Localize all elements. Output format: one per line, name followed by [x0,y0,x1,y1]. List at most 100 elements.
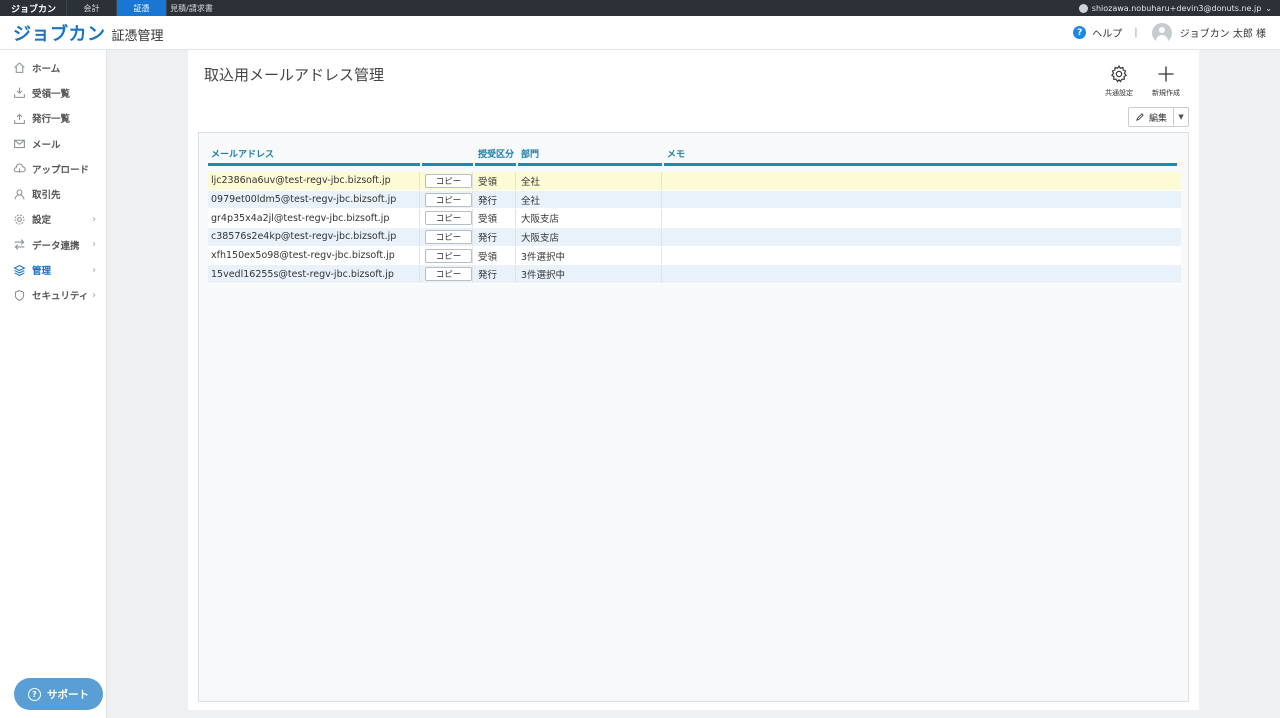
account-menu[interactable]: shiozawa.nobuharu+devin3@donuts.ne.jp ⌄ [1078,3,1280,13]
sidebar-item-received[interactable]: 受領一覧 [0,80,106,105]
edit-label: 編集 [1149,113,1168,124]
support-label: サポート [47,688,89,701]
department-cell: 大阪支店 [518,209,662,228]
sidebar-item-mail[interactable]: メール [0,131,106,156]
column-header-department[interactable]: 部門 [518,143,662,166]
email-cell: 0979et00ldm5@test-regv-jbc.bizsoft.jp [208,190,420,209]
copy-button[interactable]: コピー [425,267,472,282]
edit-dropdown-toggle[interactable]: ▼ [1174,108,1188,126]
gear-icon [12,212,26,226]
department-cell: 大阪支店 [518,228,662,246]
memo-cell [664,209,1177,227]
main-content: 取込用メールアドレス管理 共通設定 新規作成 編集 ▼ メールアドレス 授受区分… [188,50,1199,710]
sidebar-item-upload[interactable]: アップロード [0,156,106,181]
table-body: ljc2386na6uv@test-regv-jbc.bizsoft.jp コピ… [208,172,1181,285]
copy-cell: コピー [422,265,473,284]
copy-button[interactable]: コピー [425,248,472,263]
sidebar-item-issued[interactable]: 発行一覧 [0,106,106,131]
copy-cell: コピー [422,172,473,190]
sidebar-item-label: データ連携 [32,240,80,252]
memo-cell [664,191,1177,209]
type-cell: 発行 [475,190,516,209]
sidebar-item-label: 設定 [32,215,52,227]
department-cell: 全社 [518,172,662,190]
table-panel: メールアドレス 授受区分 部門 メモ ljc2386na6uv@test-reg… [198,132,1189,702]
sidebar-item-label: セキュリティ [32,291,89,303]
column-header-type[interactable]: 授受区分 [475,143,516,166]
memo-cell [664,247,1177,265]
chevron-right-icon: › [92,239,96,251]
email-cell: 15vedl16255s@test-regv-jbc.bizsoft.jp [208,265,420,284]
type-cell: 受領 [475,172,516,190]
email-cell: ljc2386na6uv@test-regv-jbc.bizsoft.jp [208,172,420,190]
product-tab-accounting[interactable]: 会計 [66,0,116,16]
table-row[interactable]: gr4p35x4a2jl@test-regv-jbc.bizsoft.jp コピ… [208,209,1181,229]
sidebar-item-partners[interactable]: 取引先 [0,181,106,206]
plus-icon [1158,66,1174,82]
sidebar-item-label: アップロード [32,164,90,176]
memo-cell [664,172,1177,190]
logo-text: ジョブカン [13,23,106,45]
email-cell: gr4p35x4a2jl@test-regv-jbc.bizsoft.jp [208,209,420,228]
column-header-memo[interactable]: メモ [664,143,1177,166]
new-button[interactable]: 新規作成 [1148,64,1184,98]
sidebar-item-label: メール [32,139,61,151]
common-settings-label: 共通設定 [1105,89,1133,97]
common-settings-button[interactable]: 共通設定 [1101,64,1137,98]
column-header-email[interactable]: メールアドレス [208,143,420,166]
sidebar-item-home[interactable]: ホーム [0,55,106,80]
shield-icon [12,288,26,302]
copy-button[interactable]: コピー [425,192,472,207]
help-icon[interactable]: ? [1073,26,1087,39]
page-title: 取込用メールアドレス管理 [204,66,385,84]
gear-icon [1110,65,1128,83]
help-link[interactable]: ヘルプ [1092,25,1122,40]
table-row[interactable]: 0979et00ldm5@test-regv-jbc.bizsoft.jp コピ… [208,190,1181,210]
chevron-right-icon: › [92,213,96,225]
copy-cell: コピー [422,228,473,246]
new-label: 新規作成 [1152,89,1180,97]
avatar[interactable] [1151,22,1172,43]
sidebar-item-data-sync[interactable]: データ連携 › [0,232,106,257]
department-cell: 3件選択中 [518,246,662,265]
product-tab-receipts[interactable]: 証憑 [116,0,166,16]
copy-button[interactable]: コピー [425,211,472,226]
type-cell: 受領 [475,246,516,265]
user-icon [1078,3,1088,13]
memo-cell [664,228,1177,246]
home-icon [12,61,26,75]
user-name[interactable]: ジョブカン 太郎 様 [1180,25,1266,40]
product-switcher-bar: ジョブカン 会計 証憑 見積/請求書 shiozawa.nobuharu+dev… [0,0,1280,16]
table-row[interactable]: c38576s2e4kp@test-regv-jbc.bizsoft.jp コピ… [208,228,1181,247]
account-email: shiozawa.nobuharu+devin3@donuts.ne.jp [1091,3,1262,13]
layers-icon [12,263,26,277]
type-cell: 発行 [475,228,516,246]
memo-cell [664,265,1177,283]
table-row[interactable]: xfh150ex5o98@test-regv-jbc.bizsoft.jp コピ… [208,246,1181,266]
sidebar-item-label: 取引先 [32,190,61,202]
pencil-icon [1136,113,1144,121]
table-row[interactable]: ljc2386na6uv@test-regv-jbc.bizsoft.jp コピ… [208,172,1181,191]
copy-cell: コピー [422,190,473,209]
table-header: メールアドレス 授受区分 部門 メモ [208,143,1181,166]
table-row[interactable]: 15vedl16255s@test-regv-jbc.bizsoft.jp コピ… [208,265,1181,285]
edit-button-group: 編集 ▼ [1128,107,1190,127]
copy-button[interactable]: コピー [425,229,472,244]
caret-down-icon: ▼ [1178,113,1184,121]
email-cell: xfh150ex5o98@test-regv-jbc.bizsoft.jp [208,246,420,265]
app-logo[interactable]: ジョブカン 証憑管理 [0,20,164,46]
sidebar-item-label: 発行一覧 [32,114,71,126]
copy-cell: コピー [422,209,473,228]
sidebar: ホーム 受領一覧 発行一覧 メール アップロード 取引先 設定 › データ連携 … [0,50,107,718]
type-cell: 発行 [475,265,516,284]
inbox-icon [12,86,26,100]
copy-button[interactable]: コピー [425,173,472,188]
sidebar-item-settings[interactable]: 設定 › [0,207,106,232]
edit-button[interactable]: 編集 [1129,108,1175,126]
header-separator: | [1134,27,1138,38]
support-button[interactable]: ? サポート [14,678,103,710]
department-cell: 全社 [518,190,662,209]
product-tab-quotes[interactable]: 見積/請求書 [166,0,216,16]
sidebar-item-security[interactable]: セキュリティ › [0,283,106,308]
sidebar-item-admin[interactable]: 管理 › [0,257,106,282]
